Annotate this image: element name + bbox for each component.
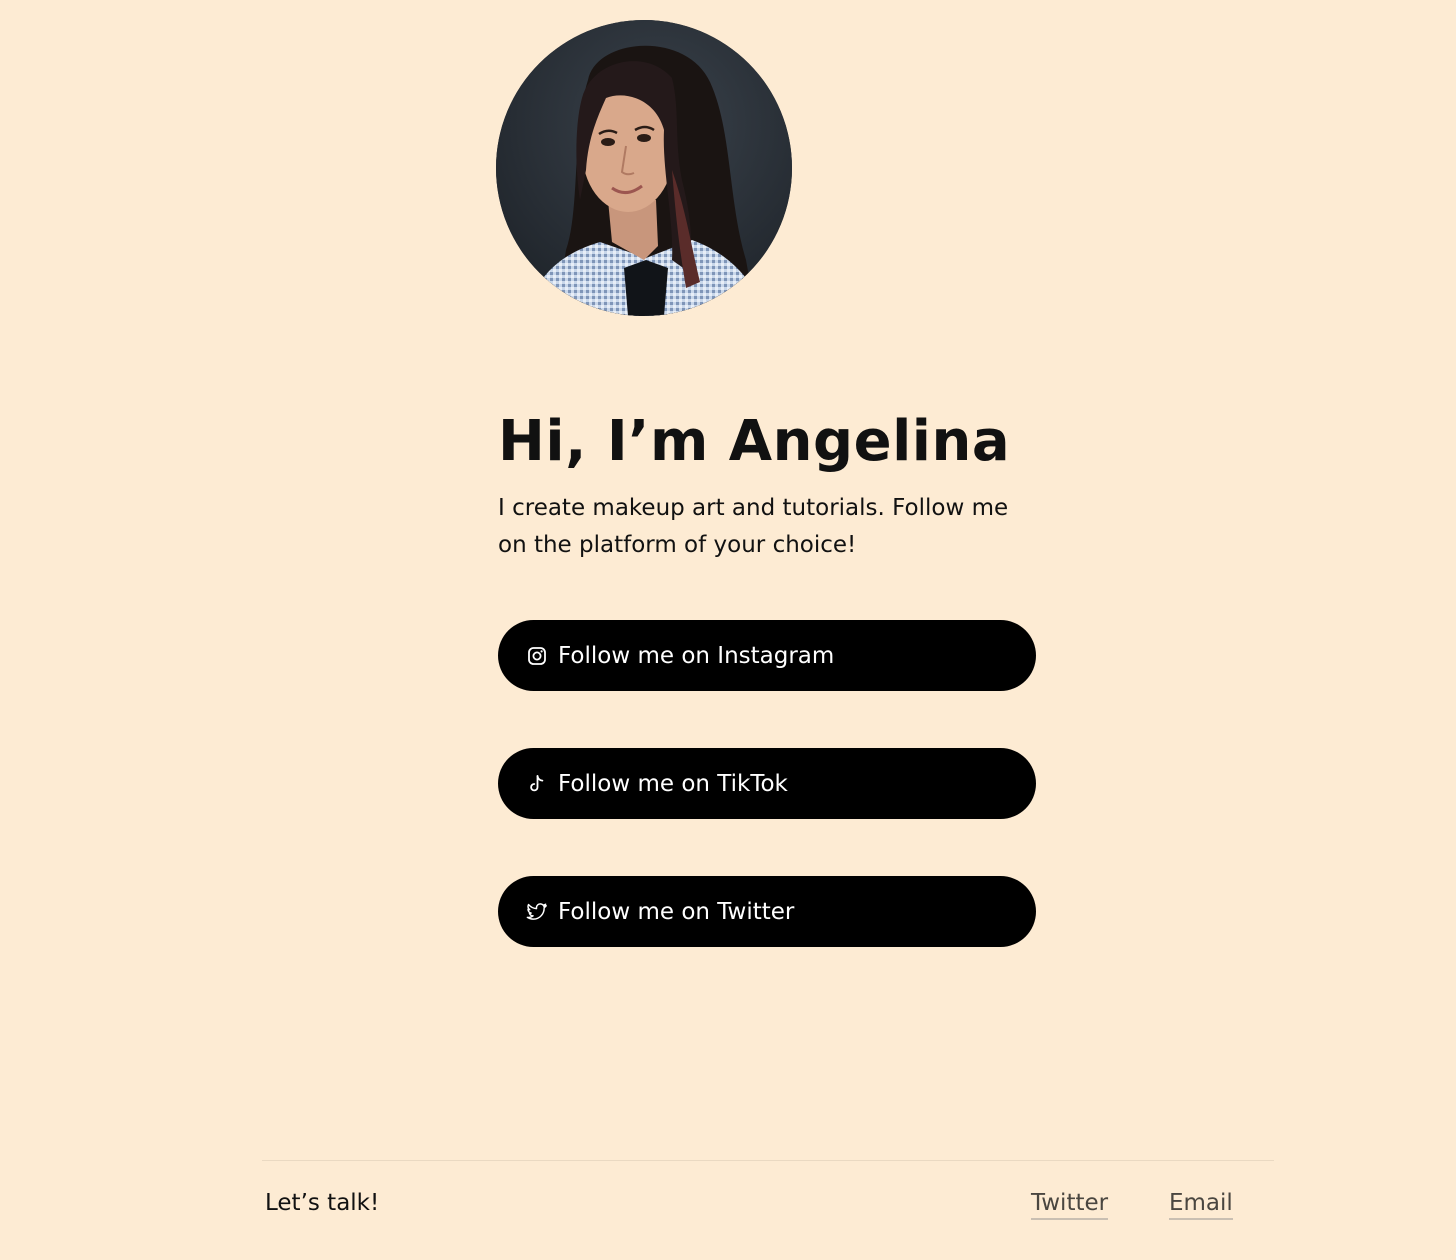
avatar-portrait-illustration	[496, 20, 792, 316]
follow-tiktok-button[interactable]: Follow me on TikTok	[498, 748, 1036, 819]
footer-link-email[interactable]: Email	[1169, 1190, 1233, 1220]
page-title: Hi, I’m Angelina	[498, 409, 1011, 474]
hero-description: I create makeup art and tutorials. Follo…	[498, 495, 1009, 558]
footer-link-twitter[interactable]: Twitter	[1031, 1190, 1109, 1220]
twitter-icon	[526, 901, 548, 923]
instagram-icon	[526, 645, 548, 667]
footer-divider	[262, 1160, 1274, 1161]
follow-twitter-label: Follow me on Twitter	[558, 898, 795, 925]
avatar	[496, 20, 792, 316]
follow-instagram-label: Follow me on Instagram	[558, 642, 835, 669]
follow-instagram-button[interactable]: Follow me on Instagram	[498, 620, 1036, 691]
follow-tiktok-label: Follow me on TikTok	[558, 770, 788, 797]
follow-twitter-button[interactable]: Follow me on Twitter	[498, 876, 1036, 947]
footer-tagline: Let’s talk!	[265, 1190, 380, 1216]
tiktok-icon	[526, 773, 548, 795]
